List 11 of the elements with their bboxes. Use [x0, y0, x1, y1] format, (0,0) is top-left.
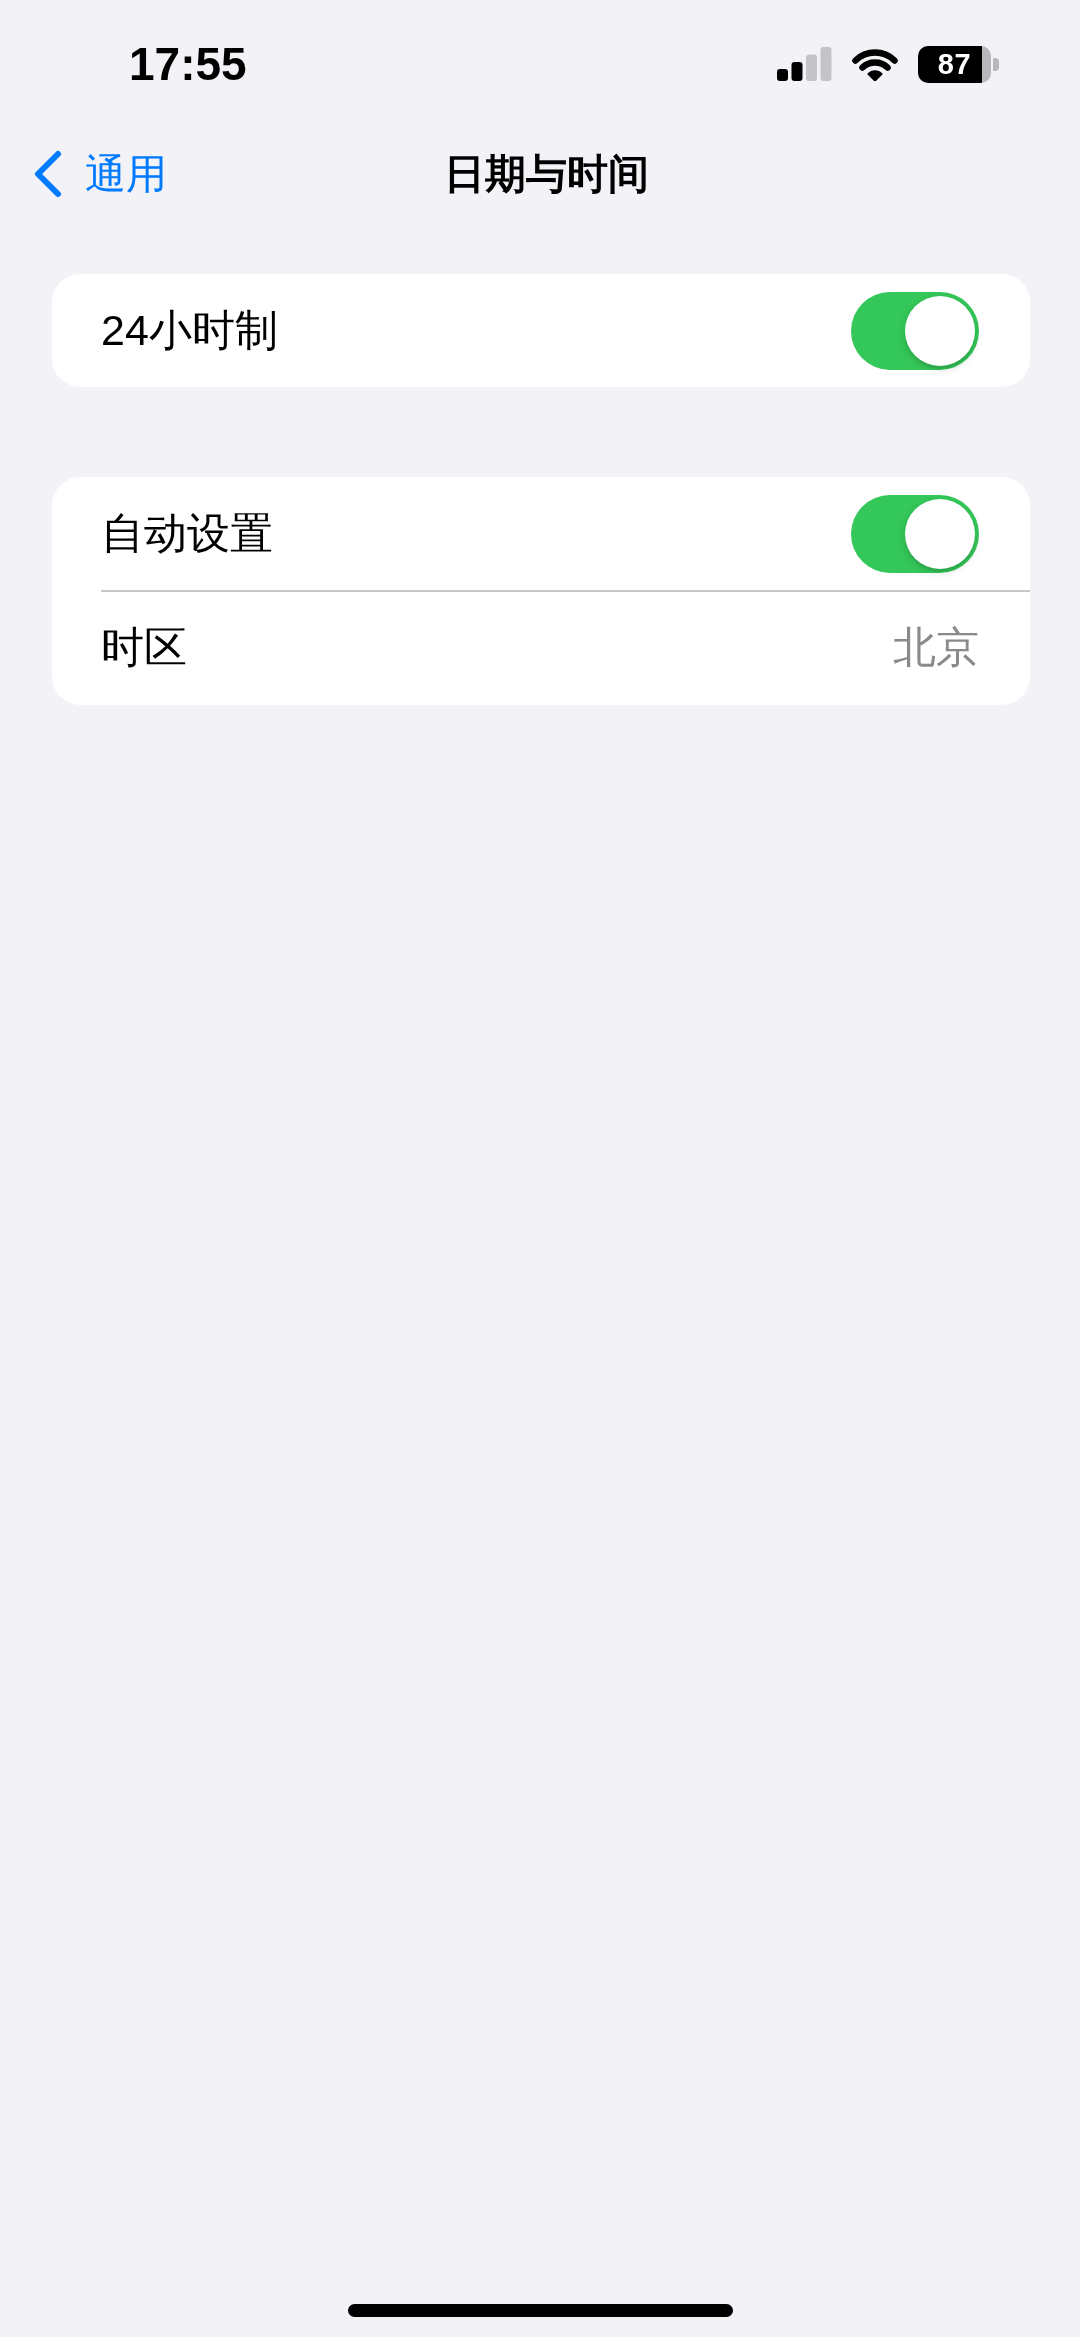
setting-label: 24小时制: [101, 306, 278, 355]
battery-indicator: 87: [918, 45, 999, 83]
wifi-icon: [852, 47, 898, 81]
status-time: 17:55: [129, 41, 247, 87]
back-button[interactable]: 通用: [33, 150, 167, 198]
signal-icon: [777, 47, 832, 81]
chevron-left-icon: [33, 150, 63, 198]
setting-label: 时区: [101, 624, 187, 672]
setting-value: 北京: [893, 624, 979, 672]
setting-label: 自动设置: [101, 509, 273, 558]
page-title: 日期与时间: [444, 153, 649, 195]
